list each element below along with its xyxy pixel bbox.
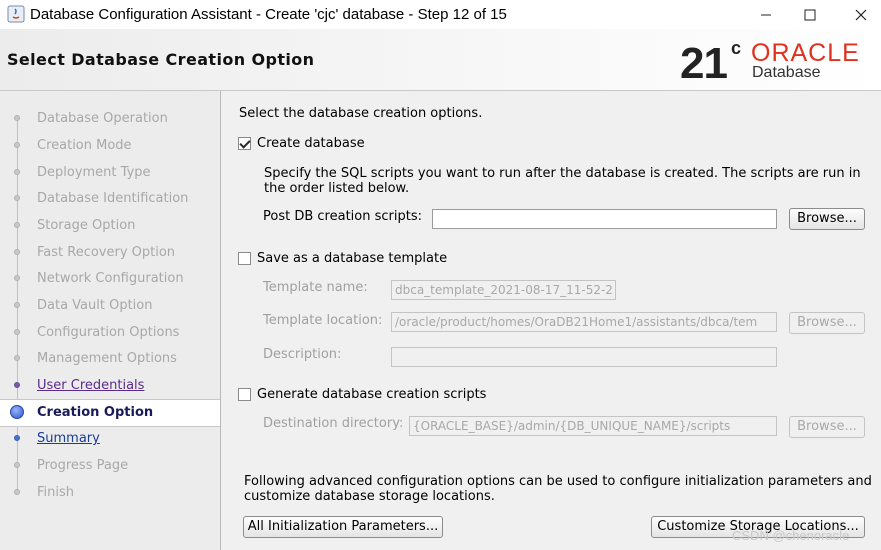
maximize-icon <box>804 9 816 20</box>
step-label: Database Identification <box>37 191 189 206</box>
step-progress-page: Progress Page <box>0 453 220 479</box>
step-label[interactable]: User Credentials <box>37 378 144 393</box>
step-network-configuration: Network Configuration <box>0 266 220 292</box>
generate-scripts-label[interactable]: Generate database creation scripts <box>257 387 486 402</box>
step-label: Data Vault Option <box>37 298 153 313</box>
step-label: Creation Mode <box>37 138 132 153</box>
step-dot-icon <box>14 275 20 281</box>
step-label: Management Options <box>37 351 177 366</box>
title-bar: Database Configuration Assistant - Creat… <box>0 0 881 29</box>
logo-product: Database <box>752 64 821 81</box>
post-scripts-browse-button[interactable]: Browse... <box>789 208 865 230</box>
create-database-desc-2: the order listed below. <box>264 181 410 196</box>
step-label: Progress Page <box>37 458 129 473</box>
intro-text: Select the database creation options. <box>239 106 483 121</box>
save-template-label[interactable]: Save as a database template <box>257 251 447 266</box>
step-data-vault-option: Data Vault Option <box>0 293 220 319</box>
page-header: Select Database Creation Option 21 c ORA… <box>0 29 881 91</box>
destination-directory-input[interactable]: {ORACLE_BASE}/admin/{DB_UNIQUE_NAME}/scr… <box>409 416 777 436</box>
step-label: Fast Recovery Option <box>37 245 176 260</box>
save-template-checkbox[interactable] <box>238 252 251 265</box>
step-summary[interactable]: Summary <box>0 426 220 452</box>
template-description-label: Description: <box>263 347 342 362</box>
close-icon <box>855 9 867 20</box>
logo-superscript: c <box>731 38 742 58</box>
step-deployment-type: Deployment Type <box>0 160 220 186</box>
java-app-icon <box>7 5 25 23</box>
step-dot-icon <box>14 435 20 441</box>
step-configuration-options: Configuration Options <box>0 320 220 346</box>
template-name-label: Template name: <box>263 280 368 295</box>
step-label: Finish <box>37 485 75 500</box>
template-location-browse-button[interactable]: Browse... <box>789 312 865 334</box>
generate-scripts-checkbox[interactable] <box>238 388 251 401</box>
step-label: Database Operation <box>37 111 168 126</box>
logo-version: 21 <box>680 39 728 88</box>
step-finish: Finish <box>0 480 220 506</box>
all-initialization-parameters-button[interactable]: All Initialization Parameters... <box>243 516 443 538</box>
step-dot-icon <box>14 195 20 201</box>
step-label: Creation Option <box>37 405 154 420</box>
step-dot-icon <box>14 249 20 255</box>
step-dot-icon <box>14 489 20 495</box>
step-dot-icon <box>14 355 20 361</box>
template-location-input[interactable]: /oracle/product/homes/OraDB21Home1/assis… <box>391 312 777 332</box>
page-title: Select Database Creation Option <box>7 50 315 69</box>
current-step-icon <box>10 405 24 419</box>
step-creation-option: Creation Option <box>0 399 220 427</box>
step-management-options: Management Options <box>0 346 220 372</box>
step-label[interactable]: Summary <box>37 431 100 446</box>
step-fast-recovery-option: Fast Recovery Option <box>0 240 220 266</box>
step-label: Configuration Options <box>37 325 180 340</box>
create-database-checkbox[interactable] <box>238 137 251 150</box>
minimize-button[interactable] <box>743 0 789 29</box>
template-description-input[interactable] <box>391 347 777 367</box>
step-dot-icon <box>14 169 20 175</box>
oracle-logo: 21 c ORACLE Database <box>680 36 875 88</box>
step-database-identification: Database Identification <box>0 186 220 212</box>
window-title: Database Configuration Assistant - Creat… <box>30 6 507 23</box>
step-dot-icon <box>14 302 20 308</box>
step-dot-icon <box>14 115 20 121</box>
main-panel: Select the database creation options. Cr… <box>221 91 881 550</box>
step-label: Deployment Type <box>37 165 151 180</box>
post-scripts-label: Post DB creation scripts: <box>263 209 422 224</box>
post-scripts-input[interactable] <box>432 209 777 229</box>
step-user-credentials[interactable]: User Credentials <box>0 373 220 399</box>
maximize-button[interactable] <box>787 0 833 29</box>
minimize-icon <box>761 14 771 15</box>
advanced-text-1: Following advanced configuration options… <box>244 474 872 489</box>
step-storage-option: Storage Option <box>0 213 220 239</box>
template-name-input[interactable]: dbca_template_2021-08-17_11-52-2 <box>391 280 616 300</box>
step-dot-icon <box>14 329 20 335</box>
step-creation-mode: Creation Mode <box>0 133 220 159</box>
step-label: Storage Option <box>37 218 136 233</box>
destination-browse-button[interactable]: Browse... <box>789 416 865 438</box>
step-dot-icon <box>14 382 20 388</box>
step-label: Network Configuration <box>37 271 184 286</box>
create-database-desc-1: Specify the SQL scripts you want to run … <box>264 166 861 181</box>
step-dot-icon <box>14 222 20 228</box>
destination-directory-label: Destination directory: <box>263 416 404 431</box>
steps-sidebar: Database Operation Creation Mode Deploym… <box>0 91 221 550</box>
advanced-text-2: customize database storage locations. <box>244 489 495 504</box>
close-button[interactable] <box>838 0 881 29</box>
template-location-label: Template location: <box>263 313 383 328</box>
step-database-operation: Database Operation <box>0 106 220 132</box>
step-dot-icon <box>14 142 20 148</box>
step-dot-icon <box>14 462 20 468</box>
watermark: CSDN @chenoracle <box>732 528 850 543</box>
create-database-label[interactable]: Create database <box>257 136 365 151</box>
